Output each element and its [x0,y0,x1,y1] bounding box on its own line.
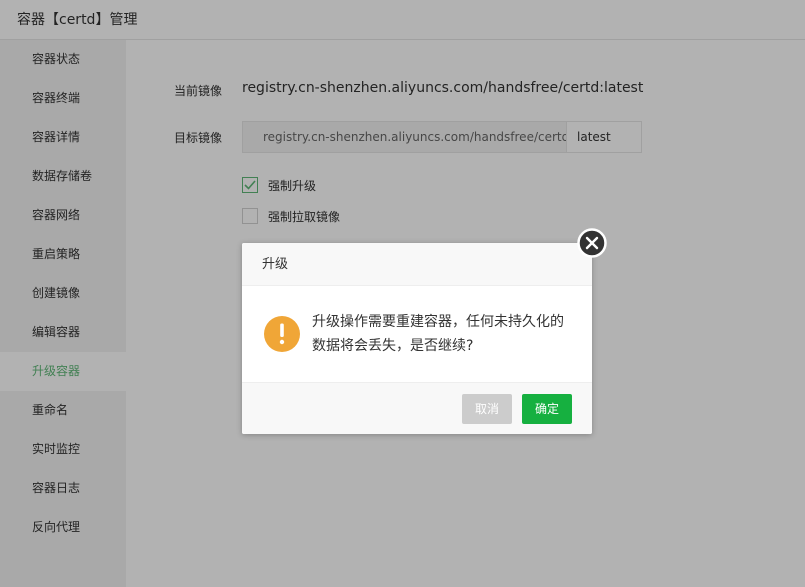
warning-icon [264,316,300,352]
confirm-button[interactable]: 确定 [522,394,572,424]
dialog-footer: 取消 确定 [242,382,592,434]
dialog-body: 升级操作需要重建容器，任何未持久化的数据将会丢失，是否继续? [242,286,592,382]
dialog-title: 升级 [242,243,592,286]
dialog-message: 升级操作需要重建容器，任何未持久化的数据将会丢失，是否继续? [312,314,564,354]
upgrade-confirm-dialog: 升级 升级操作需要重建容器，任何未持久化的数据将会丢失，是否继续? 取消 确定 [242,243,592,434]
cancel-button[interactable]: 取消 [462,394,512,424]
close-icon[interactable] [577,228,607,258]
